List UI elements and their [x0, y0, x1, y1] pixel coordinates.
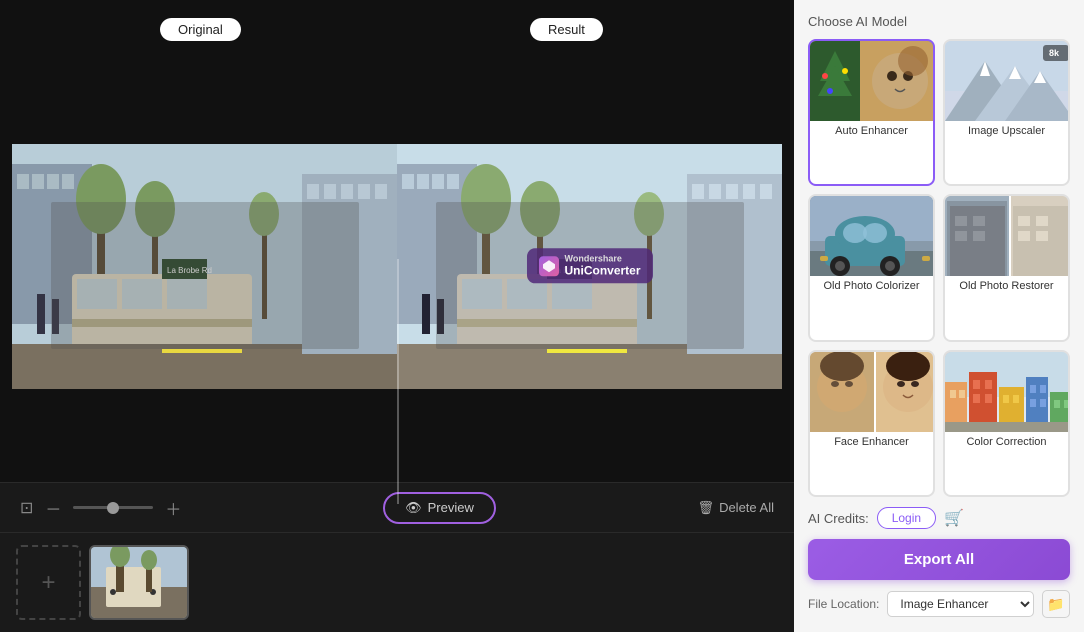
model-label-face-enhancer: Face Enhancer [810, 432, 933, 454]
model-grid: Auto Enhancer [808, 39, 1070, 497]
thumbnail-item[interactable] [89, 545, 189, 620]
original-image: La Brobe Rd [12, 144, 397, 389]
file-location-row: File Location: Image EnhancerDesktopDocu… [808, 590, 1070, 618]
bottom-section: AI Credits: Login 🛒 Export All File Loca… [808, 507, 1070, 618]
model-label-image-upscaler: Image Upscaler [945, 121, 1068, 143]
model-thumb-face-enhancer [810, 352, 933, 432]
model-thumb-color-correction [945, 352, 1068, 432]
model-thumb-old-photo-colorizer [810, 196, 933, 276]
credits-row: AI Credits: Login 🛒 [808, 507, 1070, 529]
choose-model-title: Choose AI Model [808, 14, 1070, 29]
svg-text:8k: 8k [1049, 48, 1060, 58]
left-panel: Original Result [0, 0, 794, 632]
cart-icon[interactable]: 🛒 [944, 508, 964, 528]
export-all-button[interactable]: Export All [808, 539, 1070, 580]
model-thumb-auto-enhancer [810, 41, 933, 121]
comparison-divider [397, 259, 399, 504]
watermark-text: Wondershare UniConverter [564, 254, 640, 277]
model-card-color-correction[interactable]: Color Correction [943, 350, 1070, 497]
delete-all-button[interactable]: 🗑 Delete All [698, 500, 774, 516]
preview-eye-icon: 👁 [405, 500, 422, 516]
image-area: Original Result [0, 0, 794, 482]
model-thumb-old-photo-restorer [945, 196, 1068, 276]
model-card-face-enhancer[interactable]: Face Enhancer [808, 350, 935, 497]
model-card-image-upscaler[interactable]: 8k Image Upscaler [943, 39, 1070, 186]
zoom-slider[interactable] [73, 506, 153, 509]
model-label-old-photo-restorer: Old Photo Restorer [945, 276, 1068, 298]
file-location-select[interactable]: Image EnhancerDesktopDocumentsCustom... [887, 591, 1034, 617]
watermark-icon [538, 256, 558, 276]
model-label-color-correction: Color Correction [945, 432, 1068, 454]
watermark: Wondershare UniConverter [526, 248, 652, 283]
original-scene: La Brobe Rd [12, 144, 397, 389]
result-label: Result [530, 18, 603, 41]
crop-icon[interactable]: ⊡ [20, 498, 33, 518]
model-card-auto-enhancer[interactable]: Auto Enhancer [808, 39, 935, 186]
model-label-old-photo-colorizer: Old Photo Colorizer [810, 276, 933, 298]
thumbnail-strip: + [0, 532, 794, 632]
svg-text:La Brobe Rd: La Brobe Rd [167, 266, 212, 275]
add-image-button[interactable]: + [16, 545, 81, 620]
login-button[interactable]: Login [877, 507, 936, 529]
original-label: Original [160, 18, 241, 41]
toolbar-left: ⊡ － ＋ [20, 496, 181, 520]
delete-icon: 🗑 [698, 500, 715, 516]
result-image: La Brobe Rd Wondershare UniConverter [397, 144, 782, 389]
image-comparison: La Brobe Rd [12, 144, 782, 389]
preview-button[interactable]: 👁 Preview [383, 492, 496, 524]
model-label-auto-enhancer: Auto Enhancer [810, 121, 933, 143]
credits-label: AI Credits: [808, 511, 869, 526]
browse-folder-button[interactable]: 📁 [1042, 590, 1070, 618]
zoom-in-icon[interactable]: ＋ [165, 496, 181, 520]
model-thumb-image-upscaler: 8k [945, 41, 1068, 121]
zoom-out-icon[interactable]: － [45, 496, 61, 520]
file-location-label: File Location: [808, 597, 879, 611]
model-card-old-photo-restorer[interactable]: Old Photo Restorer [943, 194, 1070, 341]
right-panel: Choose AI Model [794, 0, 1084, 632]
model-card-old-photo-colorizer[interactable]: Old Photo Colorizer [808, 194, 935, 341]
